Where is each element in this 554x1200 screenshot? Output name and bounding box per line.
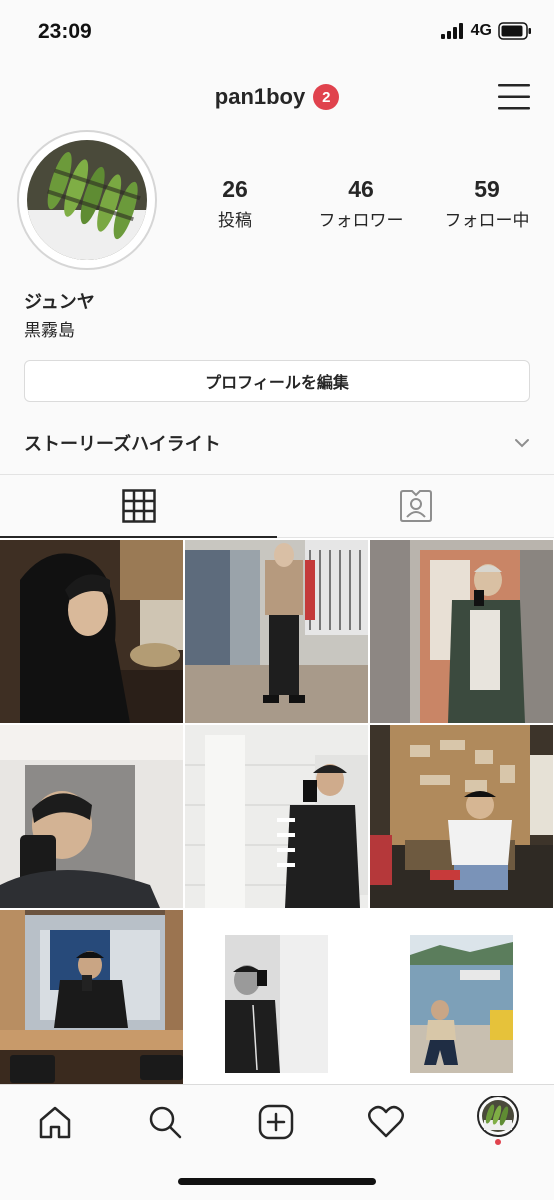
post-thumbnail[interactable] (185, 910, 368, 1093)
story-highlights-toggle[interactable]: ストーリーズハイライト (24, 428, 530, 458)
stat-followers-label: フォロワー (318, 211, 404, 231)
stat-followers[interactable]: 46 フォロワー (302, 176, 420, 231)
tab-posts-grid[interactable] (0, 475, 277, 538)
profile-stats: 26 投稿 46 フォロワー 59 フォロー中 (176, 176, 546, 231)
notification-badge: 2 (313, 84, 340, 110)
story-highlights-label: ストーリーズハイライト (24, 434, 221, 455)
stat-posts[interactable]: 26 投稿 (176, 176, 294, 231)
grid-icon (121, 488, 156, 523)
nav-profile[interactable] (473, 1096, 523, 1147)
stat-posts-count: 26 (222, 176, 248, 202)
post-thumbnail[interactable] (370, 540, 553, 723)
post-thumbnail[interactable] (185, 725, 368, 908)
stat-following-label: フォロー中 (444, 211, 530, 231)
post-thumbnail[interactable] (370, 910, 553, 1093)
chevron-down-icon (515, 439, 529, 448)
bio: 黒霧島 (24, 321, 75, 341)
tab-tagged[interactable] (277, 475, 554, 538)
home-indicator (178, 1178, 376, 1185)
username-switcher[interactable]: pan1boy 2 (0, 84, 554, 110)
nav-activity[interactable] (361, 1097, 411, 1147)
status-time: 23:09 (38, 20, 92, 43)
new-post-icon (258, 1104, 294, 1140)
profile-section: 26 投稿 46 フォロワー 59 フォロー中 ジュンヤ 黒霧島 プロフィールを… (0, 130, 554, 474)
battery-icon (498, 22, 531, 40)
post-thumbnail[interactable] (370, 725, 553, 908)
avatar[interactable] (27, 140, 147, 260)
avatar-ring[interactable] (17, 130, 157, 270)
edit-profile-button[interactable]: プロフィールを編集 (24, 360, 530, 402)
profile-notification-dot (495, 1139, 501, 1145)
nav-new-post[interactable] (251, 1097, 301, 1147)
username: pan1boy (214, 84, 306, 109)
nav-search[interactable] (140, 1097, 190, 1147)
post-thumbnail[interactable] (0, 910, 183, 1093)
post-thumbnail[interactable] (185, 540, 368, 723)
display-name: ジュンヤ (24, 292, 95, 313)
status-bar: 23:09 4G (0, 0, 554, 66)
signal-icon (440, 23, 463, 39)
stat-following-count: 59 (474, 176, 500, 202)
profile-header: pan1boy 2 (0, 66, 554, 130)
nav-home[interactable] (30, 1097, 80, 1147)
tagged-icon (399, 490, 432, 522)
profile-avatar-icon (477, 1096, 519, 1145)
stat-followers-count: 46 (348, 176, 374, 202)
content-tabs (0, 474, 554, 538)
search-icon (149, 1106, 182, 1139)
home-icon (39, 1106, 71, 1139)
stat-following[interactable]: 59 フォロー中 (428, 176, 546, 231)
status-indicators: 4G (440, 22, 532, 40)
stat-posts-label: 投稿 (218, 211, 252, 231)
network-type: 4G (470, 22, 492, 39)
activity-heart-icon (368, 1105, 404, 1138)
post-thumbnail[interactable] (0, 540, 183, 723)
post-thumbnail[interactable] (0, 725, 183, 908)
menu-icon[interactable] (498, 82, 530, 112)
